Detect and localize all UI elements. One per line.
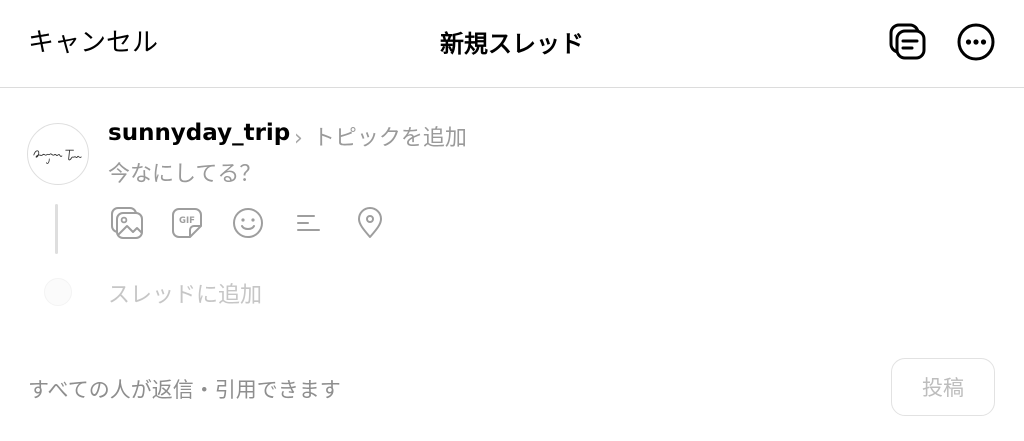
chevron-right-icon: › [294, 126, 303, 151]
poll-icon[interactable] [292, 206, 326, 240]
add-to-thread-button[interactable]: スレッドに追加 [108, 277, 262, 309]
location-icon[interactable] [353, 206, 387, 240]
thread-connector-line [55, 204, 58, 254]
add-topic-button[interactable]: › トピックを追加 [294, 120, 467, 152]
username: sunnyday_trip [108, 120, 291, 146]
header-bar: キャンセル 新規スレッド [0, 0, 1024, 88]
svg-text:GIF: GIF [179, 216, 195, 226]
gif-icon[interactable]: GIF [170, 206, 204, 240]
small-avatar [44, 278, 72, 306]
avatar [27, 123, 89, 185]
reply-permission-setting[interactable]: すべての人が返信・引用できます [28, 374, 341, 404]
compose-input[interactable]: 今なにしてる？ [108, 156, 261, 188]
more-options-icon[interactable] [956, 22, 996, 62]
avatar-signature-logo [33, 149, 82, 164]
post-button[interactable]: 投稿 [891, 358, 995, 416]
cancel-button[interactable]: キャンセル [28, 22, 158, 59]
emoji-icon[interactable] [231, 206, 265, 240]
gallery-icon[interactable] [110, 206, 144, 240]
drafts-icon[interactable] [888, 22, 928, 62]
add-topic-label: トピックを追加 [312, 126, 467, 151]
